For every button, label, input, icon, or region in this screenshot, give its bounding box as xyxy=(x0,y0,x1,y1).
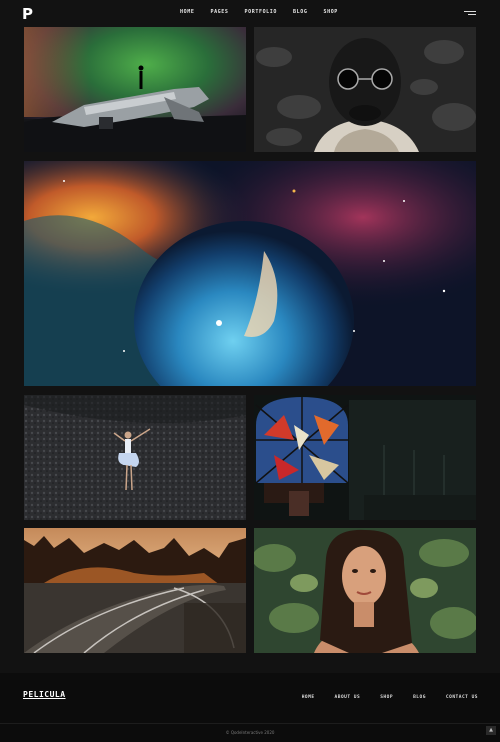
site-logo[interactable]: P xyxy=(22,5,33,23)
footer-nav-about-us[interactable]: ABOUT US xyxy=(335,695,361,700)
nav-item-shop[interactable]: SHOP xyxy=(323,9,337,15)
gallery-image-stained-glass-window[interactable] xyxy=(254,395,476,520)
site-header: P HOME PAGES PORTFOLIO BLOG SHOP xyxy=(0,0,500,26)
footer-nav-shop[interactable]: SHOP xyxy=(380,695,393,700)
footer-nav-contact-us[interactable]: CONTACT US xyxy=(446,695,478,700)
footer-nav: HOME ABOUT US SHOP BLOG CONTACT US xyxy=(282,695,478,700)
arrow-up-icon[interactable]: ▲ xyxy=(486,726,496,735)
footer-nav-home[interactable]: HOME xyxy=(302,695,315,700)
copyright-text: © QodeInteractive 2020 xyxy=(225,730,275,735)
hamburger-icon[interactable] xyxy=(464,11,476,17)
nav-item-home[interactable]: HOME xyxy=(180,9,194,15)
gallery-image-railway-tracks-autumn[interactable] xyxy=(24,528,246,653)
nav-item-pages[interactable]: PAGES xyxy=(210,9,228,15)
gallery-image-man-sunglasses-portrait[interactable] xyxy=(254,27,476,152)
footer-nav-blog[interactable]: BLOG xyxy=(413,695,426,700)
gallery-image-woman-lying-on-rocks[interactable] xyxy=(24,395,246,520)
gallery-image-aurora-plane-wreck[interactable] xyxy=(24,27,246,152)
nav-item-blog[interactable]: BLOG xyxy=(293,9,307,15)
nav-item-portfolio[interactable]: PORTFOLIO xyxy=(245,9,278,15)
footer-logo[interactable]: PELICULA xyxy=(23,690,66,699)
main-nav: HOME PAGES PORTFOLIO BLOG SHOP xyxy=(180,9,354,15)
site-footer: PELICULA HOME ABOUT US SHOP BLOG CONTACT… xyxy=(0,673,500,742)
gallery-image-woman-portrait-leaves[interactable] xyxy=(254,528,476,653)
gallery-image-bubble-nebula[interactable] xyxy=(24,161,476,386)
footer-divider xyxy=(0,723,500,724)
